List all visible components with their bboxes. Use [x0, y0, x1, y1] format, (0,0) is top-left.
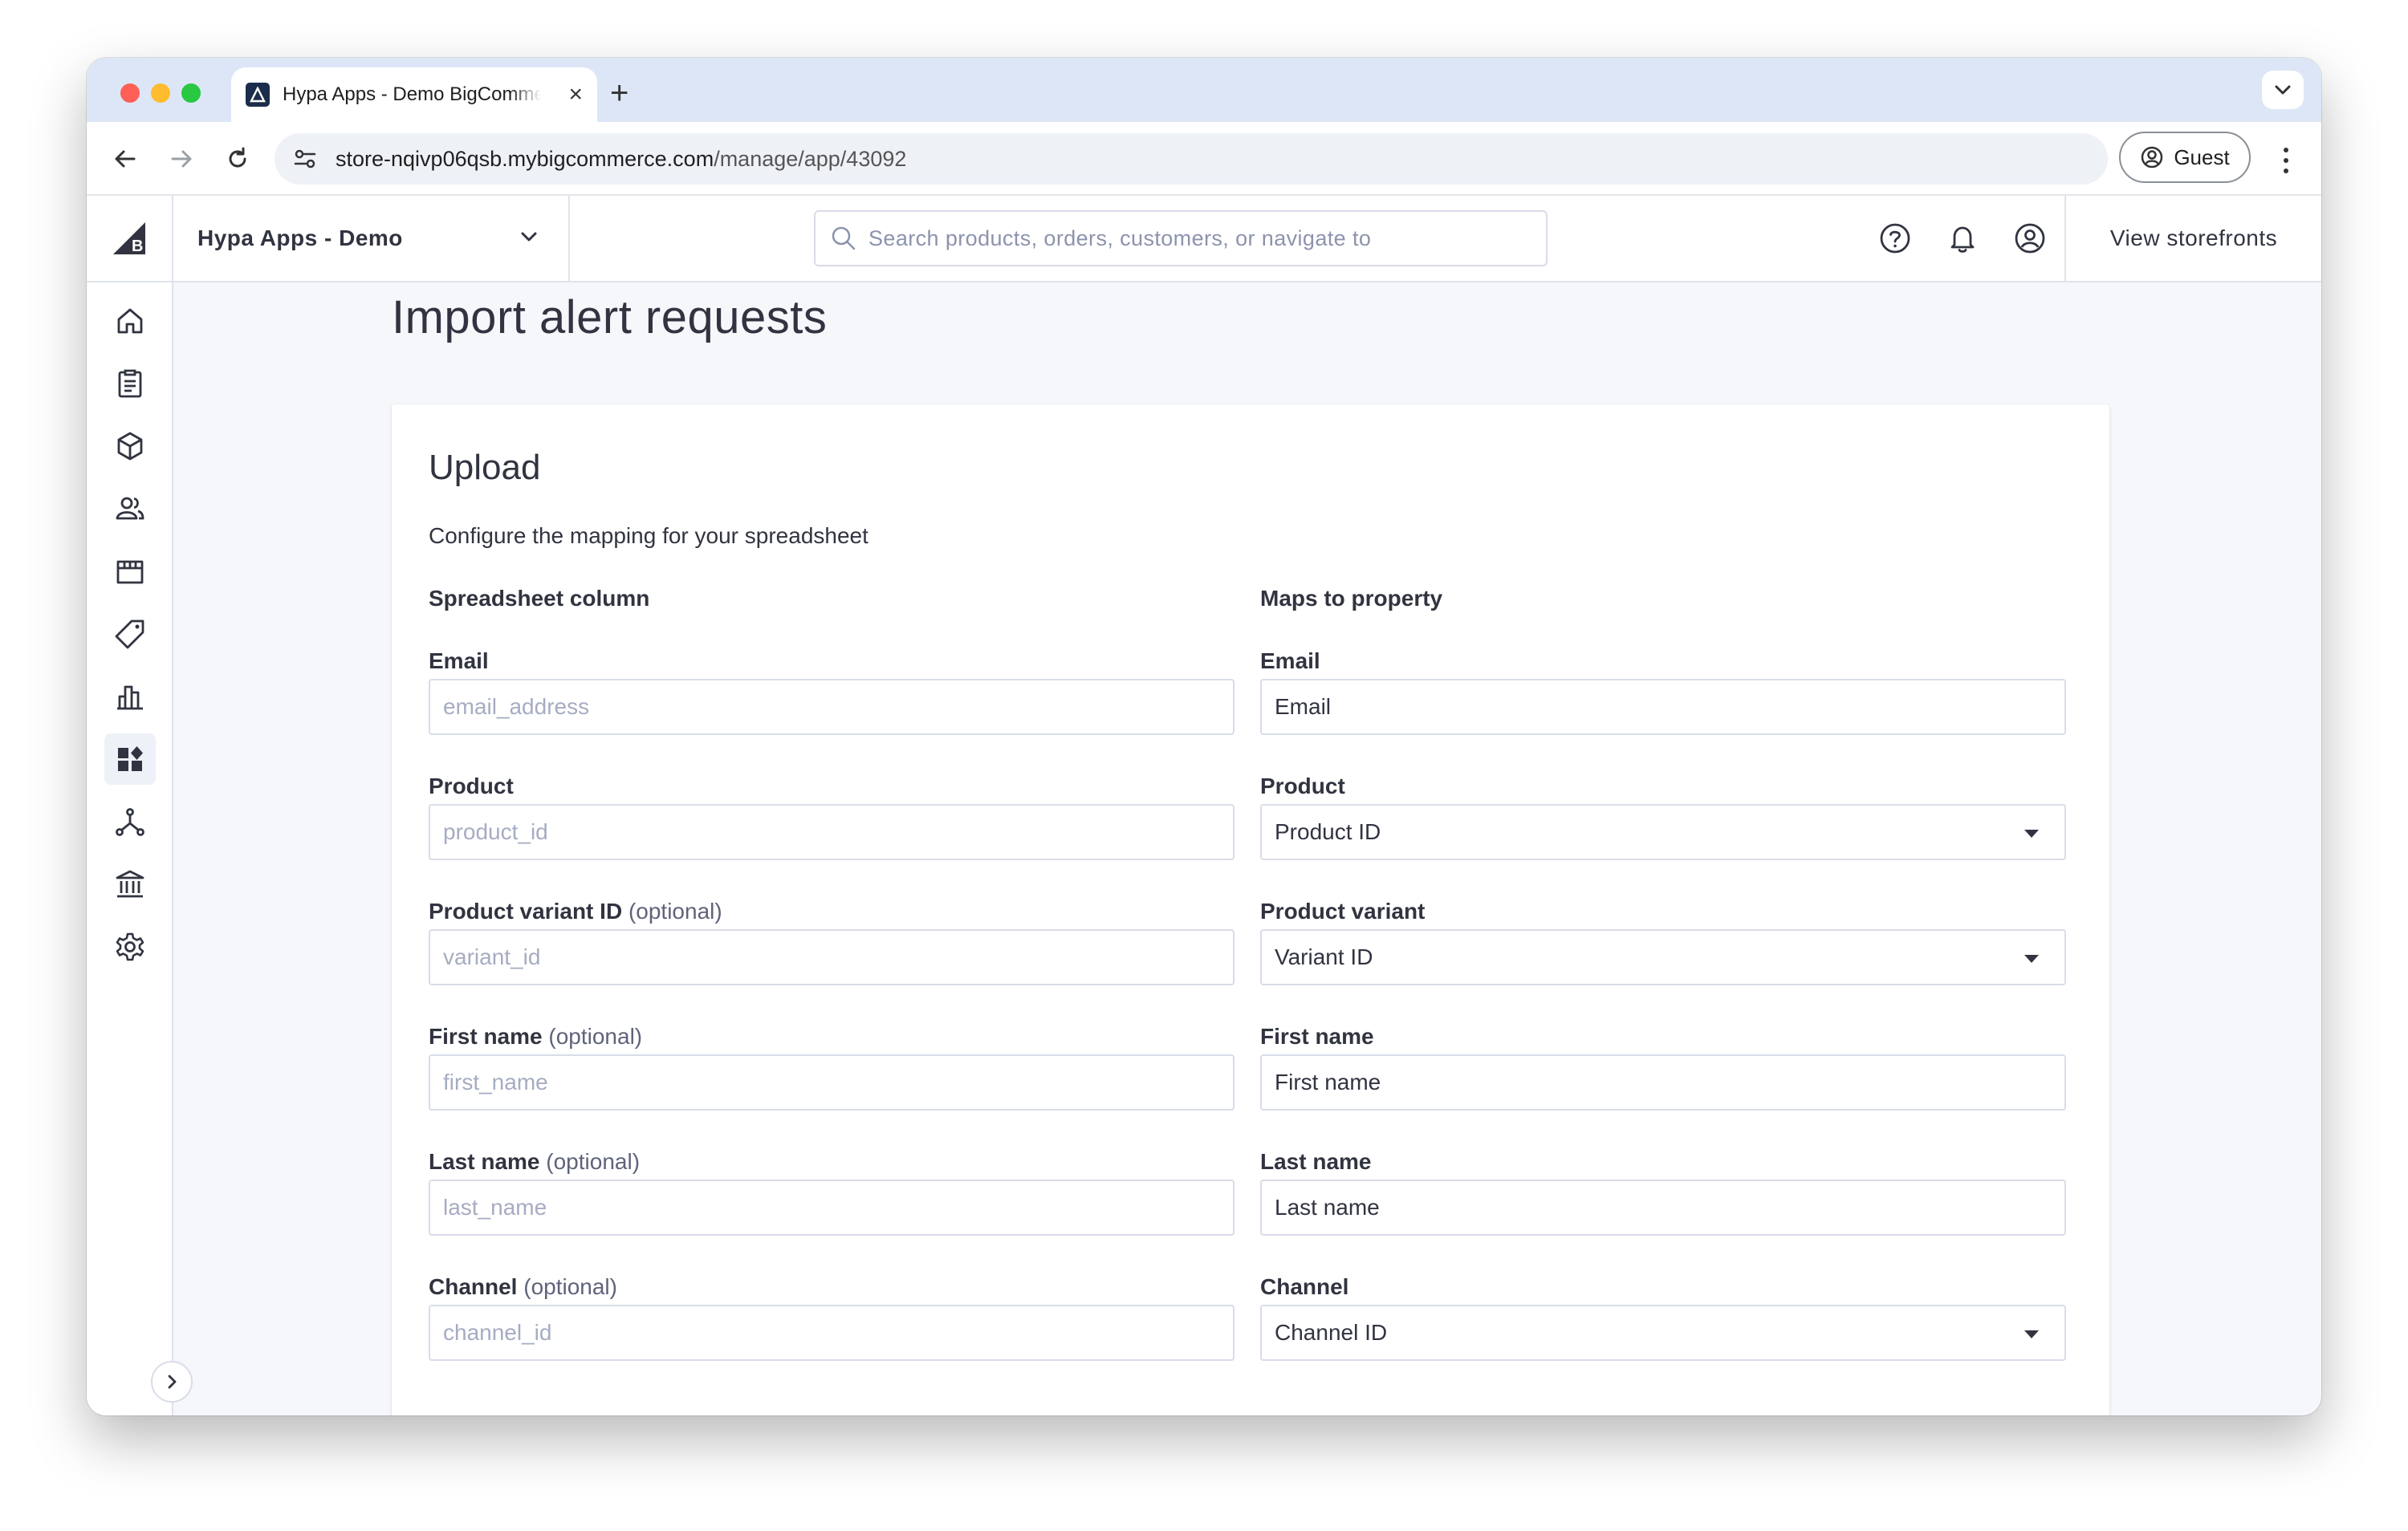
email-property-label: Email [1260, 648, 1320, 673]
reload-button[interactable] [222, 143, 254, 175]
forward-button[interactable] [165, 143, 197, 175]
email-property-field[interactable]: Email [1260, 679, 2066, 735]
variant-column-label: Product variant ID (optional) [429, 899, 722, 924]
first-name-column-input[interactable]: first_name [429, 1054, 1235, 1111]
svg-text:B: B [132, 238, 143, 255]
global-search-input[interactable]: Search products, orders, customers, or n… [814, 210, 1548, 266]
product-property-label: Product [1260, 774, 1345, 798]
spreadsheet-column-header: Spreadsheet column [429, 586, 650, 611]
sidebar-nav [87, 282, 193, 1415]
marketing-tag-icon[interactable] [104, 608, 156, 660]
tab-search-button[interactable] [2262, 71, 2304, 109]
channel-property-select[interactable]: Channel ID [1260, 1305, 2066, 1361]
last-name-column-label: Last name (optional) [429, 1149, 641, 1174]
tab-close-icon[interactable]: × [568, 83, 583, 107]
url-text: store-nqivp06qsb.mybigcommerce.com/manag… [336, 146, 907, 171]
close-window-button[interactable] [120, 83, 140, 103]
browser-tab[interactable]: Hypa Apps - Demo BigCommerce × [231, 67, 597, 122]
first-name-column-label: First name (optional) [429, 1024, 643, 1049]
address-bar[interactable]: store-nqivp06qsb.mybigcommerce.com/manag… [275, 133, 2108, 185]
variant-property-label: Product variant [1260, 899, 1426, 924]
bigcommerce-logo-icon: B [113, 222, 145, 255]
product-column-label: Product [429, 774, 514, 798]
page-title: Import alert requests [392, 291, 828, 343]
first-name-property-label: First name [1260, 1024, 1374, 1049]
store-switcher[interactable]: Hypa Apps - Demo [173, 196, 570, 281]
storefront-icon[interactable] [104, 546, 156, 597]
apps-icon[interactable] [104, 733, 156, 785]
site-settings-icon[interactable] [289, 143, 321, 175]
chevron-right-icon [168, 1375, 177, 1389]
variant-property-select[interactable]: Variant ID [1260, 929, 2066, 985]
chevron-down-icon [2275, 85, 2291, 95]
email-column-input[interactable]: email_address [429, 679, 1235, 735]
notifications-bell-icon[interactable] [1944, 220, 1981, 257]
orders-icon[interactable] [104, 358, 156, 409]
variant-column-input[interactable]: variant_id [429, 929, 1235, 985]
app-header: B Hypa Apps - Demo Search products, orde… [87, 196, 2321, 282]
panel-title: Upload [429, 448, 541, 487]
profile-label: Guest [2174, 144, 2230, 169]
help-icon[interactable] [1877, 220, 1914, 257]
panel-description: Configure the mapping for your spreadshe… [429, 523, 868, 548]
first-name-property-field[interactable]: First name [1260, 1054, 2066, 1111]
last-name-property-label: Last name [1260, 1149, 1372, 1174]
profile-icon [2142, 146, 2163, 169]
minimize-window-button[interactable] [151, 83, 170, 103]
browser-menu-icon[interactable] [2278, 144, 2294, 177]
search-placeholder: Search products, orders, customers, or n… [868, 225, 1372, 250]
customers-icon[interactable] [104, 483, 156, 534]
reload-icon [229, 147, 246, 168]
forward-arrow-icon [171, 150, 192, 168]
back-arrow-icon [115, 150, 136, 168]
finance-icon[interactable] [104, 859, 156, 910]
maximize-window-button[interactable] [181, 83, 201, 103]
browser-window: Hypa Apps - Demo BigCommerce × + store-n… [87, 58, 2321, 1415]
bigcommerce-favicon-icon [246, 83, 270, 107]
channels-icon[interactable] [104, 796, 156, 847]
store-name: Hypa Apps - Demo [197, 225, 403, 250]
analytics-icon[interactable] [104, 671, 156, 722]
channel-column-label: Channel (optional) [429, 1274, 617, 1299]
back-button[interactable] [109, 143, 141, 175]
channel-column-input[interactable]: channel_id [429, 1305, 1235, 1361]
product-column-input[interactable]: product_id [429, 804, 1235, 860]
new-tab-button[interactable]: + [610, 77, 628, 109]
view-storefronts-button[interactable]: View storefronts [2064, 196, 2321, 281]
browser-toolbar: store-nqivp06qsb.mybigcommerce.com/manag… [87, 122, 2321, 196]
tab-title: Hypa Apps - Demo BigCommerce [283, 83, 541, 105]
chevron-down-icon [521, 232, 537, 242]
settings-gear-icon[interactable] [104, 921, 156, 973]
products-icon[interactable] [104, 420, 156, 472]
product-property-select[interactable]: Product ID [1260, 804, 2066, 860]
bigcommerce-logo[interactable]: B [87, 196, 173, 281]
profile-button[interactable]: Guest [2119, 132, 2251, 183]
channel-property-label: Channel [1260, 1274, 1349, 1299]
caret-down-icon [2024, 1330, 2039, 1338]
last-name-property-field[interactable]: Last name [1260, 1180, 2066, 1236]
browser-titlebar: Hypa Apps - Demo BigCommerce × + [87, 58, 2321, 122]
email-column-label: Email [429, 648, 489, 673]
search-icon [832, 226, 856, 250]
account-icon[interactable] [2011, 220, 2048, 257]
maps-to-property-header: Maps to property [1260, 586, 1443, 611]
upload-panel: Upload Configure the mapping for your sp… [392, 404, 2109, 1415]
caret-down-icon [2024, 955, 2039, 963]
last-name-column-input[interactable]: last_name [429, 1180, 1235, 1236]
home-icon[interactable] [104, 295, 156, 347]
expand-sidebar-button[interactable] [151, 1361, 193, 1403]
caret-down-icon [2024, 830, 2039, 838]
